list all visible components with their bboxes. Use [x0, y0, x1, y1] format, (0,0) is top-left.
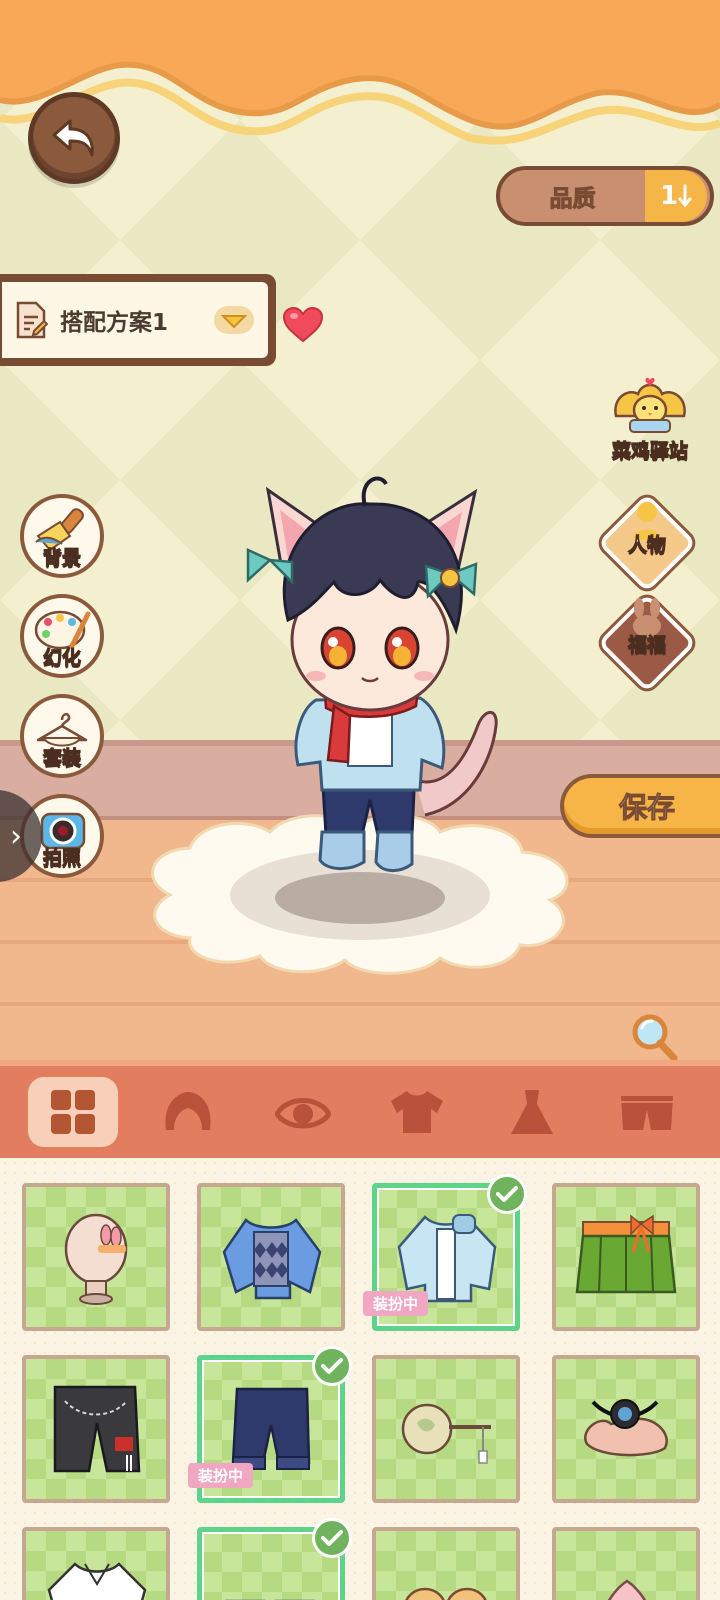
quality-sort-button[interactable]: 品质 1 [496, 166, 714, 226]
eye-icon [274, 1098, 331, 1129]
pink-item-icon [608, 1579, 646, 1600]
heart-icon[interactable] [282, 306, 324, 344]
item-slot[interactable] [372, 1355, 520, 1503]
head-accessory-icon [64, 1213, 128, 1305]
black-shorts-icon [53, 1385, 141, 1473]
shirt-icon [391, 1091, 444, 1133]
equipped-check-icon [487, 1174, 527, 1214]
item-slot[interactable] [22, 1527, 170, 1600]
blue-shoes-icon [224, 1599, 316, 1600]
tab-tops[interactable] [372, 1077, 462, 1147]
green-skirt-icon [575, 1214, 677, 1294]
character-button[interactable]: 人物 [597, 493, 697, 593]
goggles-icon [584, 1399, 668, 1457]
pet-label: 福福 [627, 634, 666, 657]
wearing-badge: 装扮中 [363, 1291, 429, 1316]
save-label: 保存 [618, 791, 676, 825]
paws-icon [405, 1587, 487, 1600]
item-slot-equipped[interactable]: 装扮中 [363, 1174, 527, 1331]
tab-dresses[interactable] [487, 1077, 577, 1147]
outfit-set-button[interactable]: 套装 [20, 694, 104, 778]
magnifier-icon[interactable] [630, 1012, 680, 1064]
station-button[interactable]: 菜鸡驿站 [608, 376, 692, 463]
save-button[interactable]: 保存 [560, 774, 720, 838]
photo-label: 拍照 [42, 847, 81, 870]
tab-eyes[interactable] [258, 1077, 348, 1147]
sort-icon: 1 [645, 170, 707, 222]
argyle-sweater-icon [222, 1218, 322, 1300]
chick-station-icon [614, 377, 686, 433]
item-slot[interactable] [552, 1527, 700, 1600]
item-slot[interactable] [197, 1183, 345, 1331]
background-label: 背景 [42, 547, 81, 570]
hair-icon [165, 1092, 211, 1130]
quality-value: 1 [659, 181, 679, 211]
background-button[interactable]: 背景 [20, 494, 104, 578]
item-slot[interactable] [552, 1355, 700, 1503]
transform-label: 幻化 [42, 647, 81, 670]
back-button[interactable] [28, 92, 120, 184]
equipped-check-icon [312, 1518, 352, 1558]
wearing-badge: 装扮中 [188, 1463, 254, 1488]
items-grid: 装扮中 装扮中 [0, 1158, 720, 1600]
item-slot-equipped[interactable]: 装扮中 [188, 1346, 352, 1503]
chevron-right-icon: › [10, 818, 22, 854]
item-slot[interactable] [22, 1183, 170, 1331]
character-label: 人物 [627, 534, 666, 557]
tab-hair[interactable] [143, 1077, 233, 1147]
item-slot[interactable] [552, 1183, 700, 1331]
back-arrow-icon [52, 119, 94, 157]
outfit-plan-panel[interactable]: 搭配方案1 [0, 274, 276, 366]
grid-icon [51, 1090, 96, 1134]
outfit-set-label: 套装 [42, 747, 81, 770]
item-slot[interactable] [372, 1527, 520, 1600]
plan-dropdown-button[interactable] [214, 306, 254, 334]
flower-fan-icon [401, 1403, 491, 1464]
station-label: 菜鸡驿站 [611, 440, 688, 463]
outfit-plan-name: 搭配方案1 [60, 310, 169, 336]
white-shirt-icon [47, 1562, 147, 1600]
dress-icon [510, 1090, 553, 1134]
tab-all[interactable] [28, 1077, 119, 1147]
pet-button[interactable]: 福福 [597, 593, 697, 693]
transform-button[interactable]: 幻化 [20, 594, 104, 678]
item-slot[interactable] [22, 1355, 170, 1503]
item-slot-equipped[interactable] [197, 1518, 352, 1600]
tab-bottoms[interactable] [602, 1077, 692, 1147]
category-bar [0, 1060, 720, 1158]
player-character[interactable] [230, 470, 510, 890]
document-edit-icon [16, 301, 48, 339]
shorts-icon [620, 1096, 673, 1130]
gem-icon [221, 315, 247, 328]
quality-label: 品质 [549, 186, 596, 213]
equipped-check-icon [312, 1346, 352, 1386]
